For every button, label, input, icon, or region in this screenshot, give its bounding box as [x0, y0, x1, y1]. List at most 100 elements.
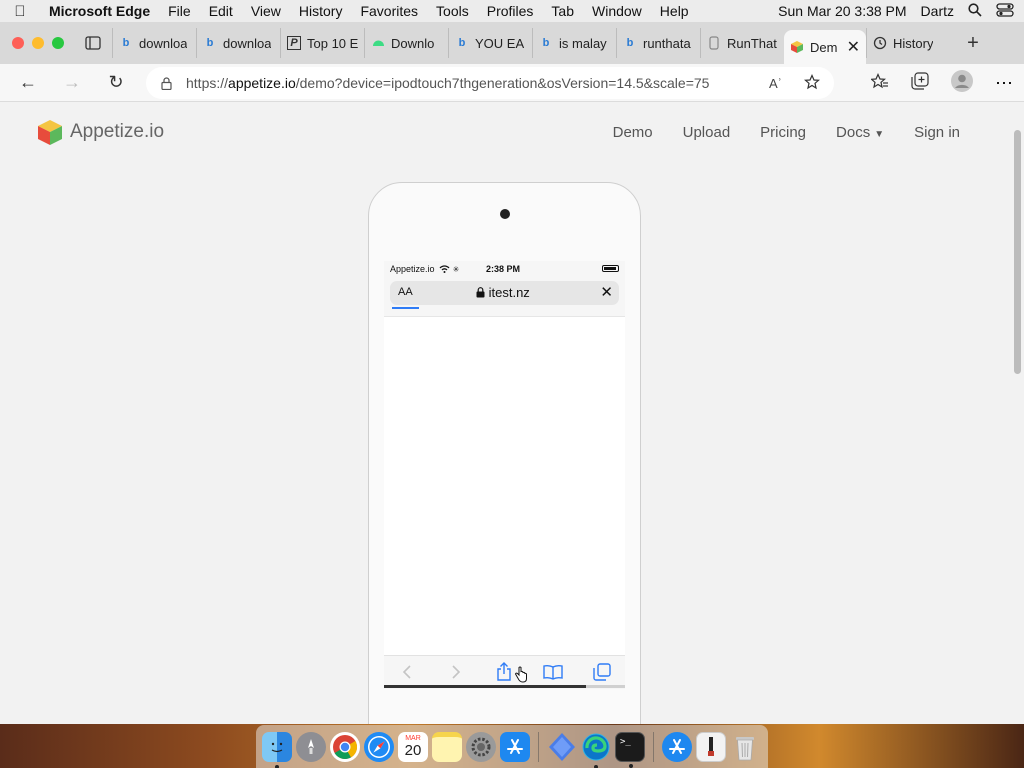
- nav-upload[interactable]: Upload: [683, 124, 731, 141]
- bing-icon: b: [206, 37, 214, 49]
- close-tab-icon[interactable]: ✕: [847, 37, 860, 57]
- nav-docs[interactable]: Docs ▼: [836, 124, 884, 141]
- tab-item[interactable]: Downlo: [364, 28, 448, 58]
- safari-back-icon[interactable]: [397, 662, 417, 682]
- status-bar: Appetize.io ✳ 2:38 PM: [384, 261, 625, 277]
- tab-item[interactable]: b runthata: [616, 28, 700, 58]
- menu-file[interactable]: File: [159, 3, 200, 19]
- safari-toolbar: [384, 655, 625, 689]
- tab-item[interactable]: RunThat: [700, 28, 784, 58]
- tab-item[interactable]: b is malay: [532, 28, 616, 58]
- status-time: 2:38 PM: [486, 264, 521, 274]
- url-domain: appetize.io: [228, 75, 296, 91]
- app-store-download-icon[interactable]: [662, 731, 692, 762]
- apple-icon[interactable]: : [0, 3, 40, 20]
- launchpad-icon[interactable]: [296, 731, 326, 762]
- url-path: /demo?device=ipodtouch7thgeneration&osVe…: [295, 75, 710, 91]
- minimize-window-icon[interactable]: [32, 37, 44, 49]
- tab-history[interactable]: History: [866, 28, 958, 58]
- web-page: Appetize.io Demo Upload Pricing Docs ▼ Si…: [0, 102, 1010, 724]
- collections-icon[interactable]: [911, 71, 929, 95]
- url-text[interactable]: https://appetize.io/demo?device=ipodtouc…: [186, 75, 709, 91]
- appetize-logo-icon: [38, 120, 62, 145]
- zoom-window-icon[interactable]: [52, 37, 64, 49]
- control-center-icon[interactable]: [996, 2, 1014, 20]
- window-controls: [12, 37, 64, 49]
- tab-label: History: [893, 35, 934, 51]
- back-icon[interactable]: ←: [6, 64, 50, 102]
- read-aloud-icon[interactable]: Aʾ: [769, 76, 782, 91]
- stop-loading-icon[interactable]: ✕: [600, 283, 613, 301]
- menu-edit[interactable]: Edit: [200, 3, 242, 19]
- menu-help[interactable]: Help: [651, 3, 698, 19]
- menu-clock[interactable]: Sun Mar 20 3:38 PM: [778, 3, 906, 19]
- close-window-icon[interactable]: [12, 37, 24, 49]
- trash-icon[interactable]: [730, 732, 760, 762]
- safari-icon[interactable]: [364, 731, 394, 762]
- menu-view[interactable]: View: [242, 3, 290, 19]
- xcode-icon[interactable]: [547, 732, 577, 762]
- tab-item[interactable]: P Top 10 E: [280, 28, 364, 58]
- new-tab-icon[interactable]: +: [958, 32, 988, 55]
- android-icon: [371, 36, 385, 50]
- calendar-icon[interactable]: MAR 20: [398, 731, 428, 762]
- terminal-icon[interactable]: >_: [615, 731, 645, 768]
- menu-profiles[interactable]: Profiles: [478, 3, 543, 19]
- bookmarks-icon[interactable]: [543, 662, 563, 682]
- site-nav: Demo Upload Pricing Docs ▼ Sign in: [613, 124, 960, 141]
- nav-pricing[interactable]: Pricing: [760, 124, 806, 141]
- tab-label: Downlo: [391, 35, 435, 51]
- refresh-icon[interactable]: ↻: [94, 64, 138, 102]
- tab-label: YOU EA: [475, 35, 525, 51]
- tab-item[interactable]: b downloa: [112, 28, 196, 58]
- menu-user[interactable]: Dartz: [921, 3, 954, 19]
- document-icon[interactable]: [696, 731, 726, 762]
- app-store-icon[interactable]: [500, 731, 530, 762]
- nav-demo[interactable]: Demo: [613, 124, 653, 141]
- page-icon: P: [287, 36, 301, 50]
- device-screen[interactable]: Appetize.io ✳ 2:38 PM AA itest.nz ✕: [384, 261, 625, 689]
- phone-icon: [707, 36, 721, 50]
- menu-app-name[interactable]: Microsoft Edge: [40, 3, 159, 19]
- site-logo[interactable]: Appetize.io: [36, 118, 164, 146]
- carrier-text: Appetize.io: [390, 264, 435, 274]
- chrome-icon[interactable]: [330, 731, 360, 762]
- tab-item[interactable]: b downloa: [196, 28, 280, 58]
- system-preferences-icon[interactable]: [466, 731, 496, 762]
- menu-tab[interactable]: Tab: [542, 3, 583, 19]
- tab-label: is malay: [559, 35, 607, 51]
- page-scrollbar[interactable]: [1010, 102, 1024, 724]
- edge-icon[interactable]: [581, 732, 611, 768]
- menu-window[interactable]: Window: [583, 3, 651, 19]
- add-favorite-icon[interactable]: [803, 73, 821, 93]
- tab-active[interactable]: Dem ✕: [784, 30, 866, 64]
- finder-icon[interactable]: [262, 731, 292, 768]
- scrollbar-thumb[interactable]: [1014, 130, 1021, 374]
- menu-history[interactable]: History: [290, 3, 352, 19]
- profile-avatar[interactable]: [951, 69, 973, 97]
- safari-url-field[interactable]: AA itest.nz ✕: [390, 281, 619, 305]
- tab-label: Top 10 E: [307, 35, 358, 51]
- tab-label: Dem: [810, 39, 838, 55]
- forward-icon[interactable]: →: [50, 64, 94, 102]
- url-scheme: https://: [186, 75, 229, 91]
- dock: MAR 20 >_: [256, 725, 768, 768]
- tab-actions-icon[interactable]: [82, 34, 104, 52]
- safari-domain: itest.nz: [476, 285, 530, 300]
- address-bar[interactable]: https://appetize.io/demo?device=ipodtouc…: [146, 67, 834, 99]
- more-options-icon[interactable]: ⋯: [995, 73, 1014, 94]
- tab-item[interactable]: b YOU EA: [448, 28, 532, 58]
- bing-icon: b: [542, 37, 550, 49]
- text-size-button[interactable]: AA: [398, 286, 413, 298]
- spotlight-search-icon[interactable]: [968, 2, 982, 20]
- safari-forward-icon[interactable]: [446, 662, 466, 682]
- notes-icon[interactable]: [432, 731, 462, 762]
- address-toolbar: ← → ↻ https://appetize.io/demo?device=ip…: [0, 64, 1024, 102]
- menu-tools[interactable]: Tools: [427, 3, 478, 19]
- favorites-icon[interactable]: [869, 72, 889, 94]
- tabs-icon[interactable]: [592, 662, 612, 682]
- lock-icon[interactable]: [146, 76, 186, 90]
- nav-sign-in[interactable]: Sign in: [914, 124, 960, 141]
- menu-favorites[interactable]: Favorites: [351, 3, 427, 19]
- home-indicator: [384, 685, 625, 688]
